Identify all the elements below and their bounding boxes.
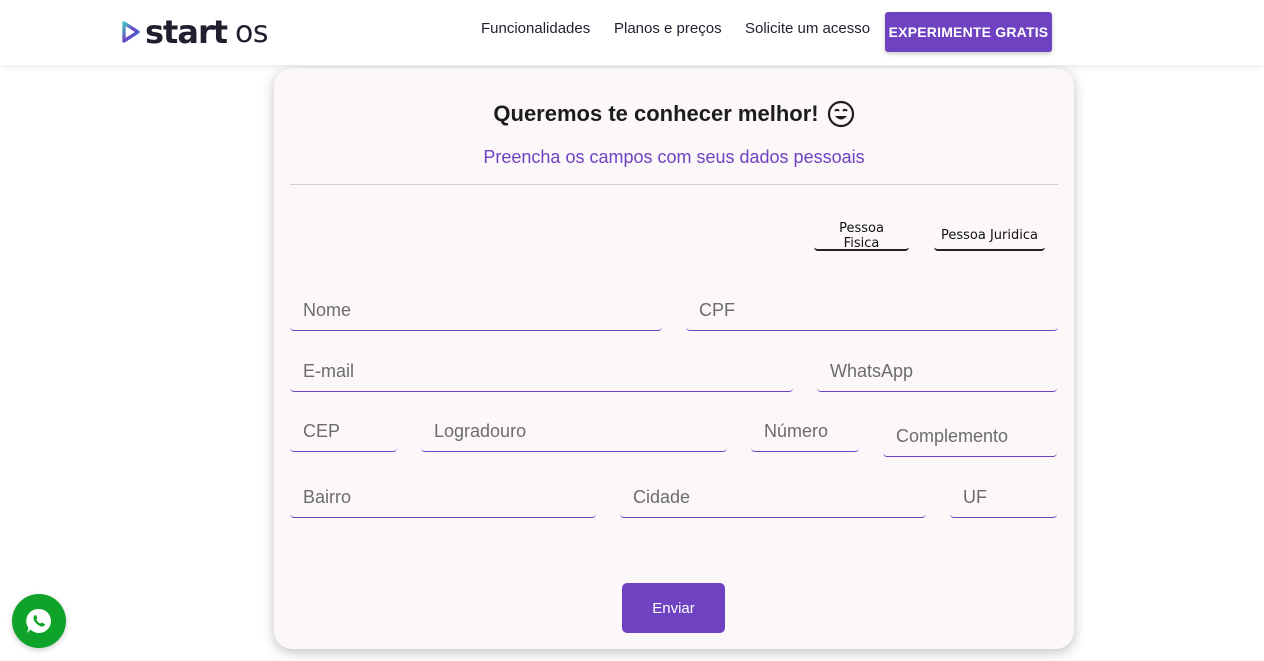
form-subtitle: Preencha os campos com seus dados pessoa… (483, 147, 865, 167)
pessoa-juridica-button[interactable]: Pessoa Juridica (934, 221, 1045, 251)
whatsapp-icon (26, 608, 51, 633)
form-title-text: Queremos te conhecer melhor! (493, 101, 819, 126)
site-header: start os Funcionalidades Planos e preços… (0, 0, 1264, 65)
complemento-input[interactable] (883, 417, 1057, 456)
email-input[interactable] (290, 352, 793, 391)
nav-funcionalidades[interactable]: Funcionalidades (481, 20, 590, 37)
cidade-input[interactable] (620, 478, 926, 517)
logradouro-input[interactable] (421, 412, 727, 451)
pessoa-fisica-button[interactable]: Pessoa Fisica (814, 221, 909, 251)
nav-solicite-acesso[interactable]: Solicite um acesso (745, 20, 870, 37)
logo-os-text: os (235, 14, 268, 50)
nome-field (290, 291, 662, 331)
numero-field (751, 412, 859, 452)
logo-start-text: start (145, 13, 228, 51)
numero-input[interactable] (751, 412, 859, 451)
complemento-field (883, 417, 1057, 457)
uf-field (950, 478, 1057, 518)
cep-input[interactable] (290, 412, 397, 451)
enviar-button[interactable]: Enviar (622, 583, 725, 633)
signup-form-card: Queremos te conhecer melhor! Preencha os… (274, 68, 1074, 649)
uf-input[interactable] (950, 478, 1057, 517)
nome-input[interactable] (290, 291, 662, 330)
email-field (290, 352, 793, 392)
divider (290, 184, 1058, 185)
cpf-field (686, 291, 1058, 331)
cpf-input[interactable] (686, 291, 1058, 330)
smiling-face-icon (827, 100, 854, 128)
play-logo-icon (122, 21, 140, 43)
logo[interactable]: start os (121, 12, 268, 52)
experimente-gratis-button[interactable]: EXPERIMENTE GRATIS (885, 12, 1052, 52)
whatsapp-float-button[interactable] (12, 594, 66, 648)
bairro-field (290, 478, 596, 518)
cep-field (290, 412, 397, 452)
form-title: Queremos te conhecer melhor! (274, 100, 1074, 128)
whatsapp-input[interactable] (817, 352, 1057, 391)
bairro-input[interactable] (290, 478, 596, 517)
logradouro-field (421, 412, 727, 452)
nav-planos-precos[interactable]: Planos e preços (614, 20, 722, 37)
cidade-field (620, 478, 926, 518)
whatsapp-field (817, 352, 1057, 392)
